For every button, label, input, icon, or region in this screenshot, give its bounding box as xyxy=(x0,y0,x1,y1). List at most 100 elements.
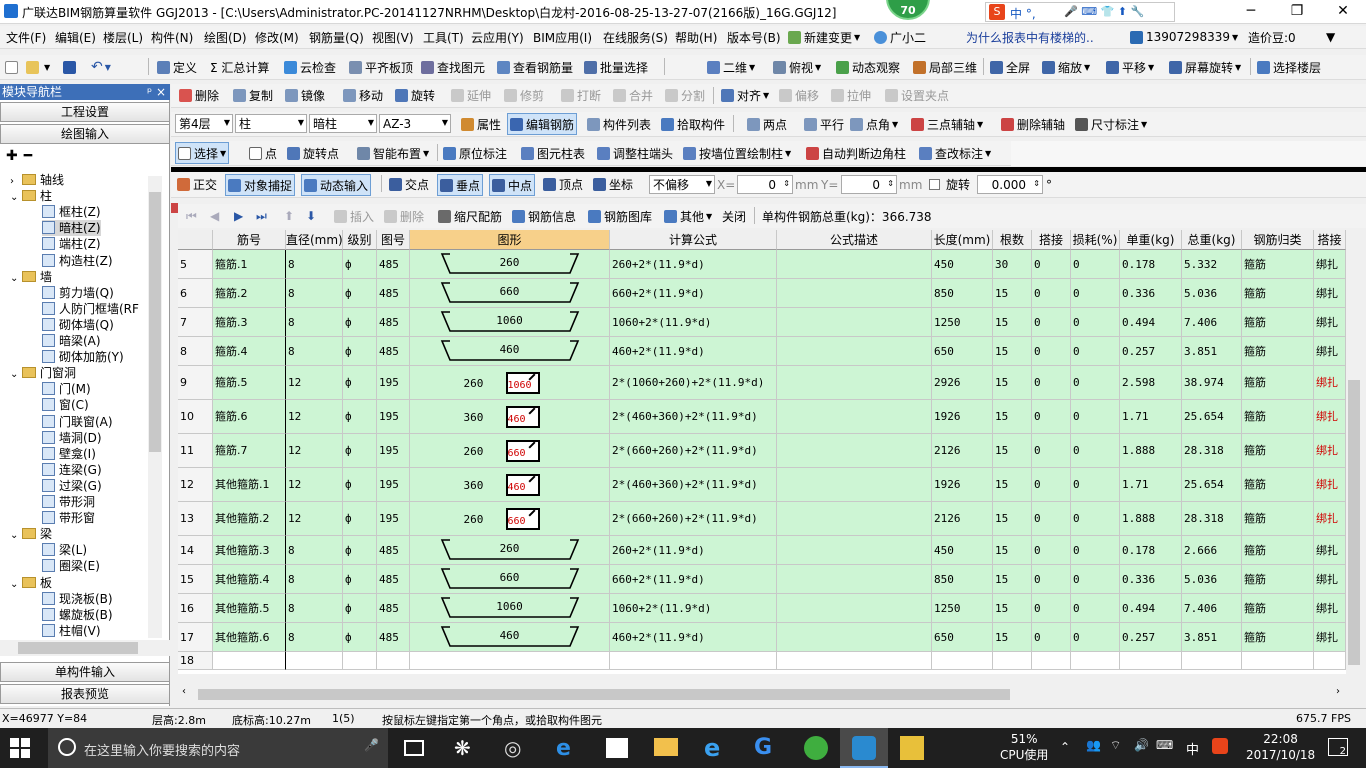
cell-diameter[interactable]: 8 xyxy=(286,337,343,366)
tree-item[interactable]: 现浇板(B) xyxy=(42,591,113,607)
cell-total-weight[interactable]: 28.318 xyxy=(1182,502,1242,536)
cell-figure-no[interactable]: 485 xyxy=(377,565,410,594)
cell-lap[interactable]: 0 xyxy=(1032,400,1071,434)
header-figure-no[interactable]: 图号 xyxy=(377,230,410,250)
cell-figure-no[interactable]: 485 xyxy=(377,279,410,308)
cell-count[interactable]: 15 xyxy=(993,565,1032,594)
volume-icon[interactable]: 🔊 xyxy=(1134,738,1149,752)
tree-scrollbar[interactable] xyxy=(148,176,162,638)
header-lap[interactable]: 搭接 xyxy=(1032,230,1071,250)
pick-component-button[interactable]: 拾取构件 xyxy=(661,112,725,136)
cell-formula[interactable]: 460+2*(11.9*d) xyxy=(610,623,777,652)
cell-length[interactable]: 650 xyxy=(932,337,993,366)
cell-lap-type[interactable]: 绑扎 xyxy=(1314,434,1346,468)
cell-figure-no[interactable]: 195 xyxy=(377,434,410,468)
cell-shape[interactable]: 260 xyxy=(410,250,610,279)
smart-layout-dropdown[interactable]: 智能布置 ▼ xyxy=(357,141,429,165)
cell-formula[interactable]: 2*(460+360)+2*(11.9*d) xyxy=(610,468,777,502)
cell-length[interactable]: 850 xyxy=(932,279,993,308)
cell-loss[interactable]: 0 xyxy=(1071,337,1120,366)
cell-diameter[interactable]: 8 xyxy=(286,623,343,652)
top-view-dropdown[interactable]: 俯视 ▼ xyxy=(773,55,821,79)
cell-bar-name[interactable]: 其他箍筋.5 xyxy=(213,594,286,623)
zoom-dropdown[interactable]: 缩放 ▼ xyxy=(1042,55,1090,79)
tree-folder[interactable]: ⌄ 墙 xyxy=(10,269,52,285)
cell-grade[interactable]: ф xyxy=(343,279,377,308)
cell-loss[interactable]: 0 xyxy=(1071,250,1120,279)
cell-formula[interactable]: 1060+2*(11.9*d) xyxy=(610,594,777,623)
cell-category[interactable]: 箍筋 xyxy=(1242,536,1314,565)
cell-count[interactable]: 15 xyxy=(993,279,1032,308)
cell-figure-no[interactable]: 195 xyxy=(377,400,410,434)
tree-item[interactable]: 壁龛(I) xyxy=(42,446,96,462)
two-points-button[interactable]: 两点 xyxy=(747,112,787,136)
first-row-icon[interactable]: ⏮ xyxy=(186,204,197,228)
cell-bar-name[interactable] xyxy=(213,652,286,670)
cell-length[interactable]: 450 xyxy=(932,250,993,279)
tree-item[interactable]: 暗柱(Z) xyxy=(42,220,101,237)
cell-row-index[interactable]: 6 xyxy=(178,279,213,308)
ime-mode[interactable]: 中 °, xyxy=(1010,5,1036,22)
find-element-button[interactable]: 查找图元 xyxy=(421,55,485,79)
cell-count[interactable]: 15 xyxy=(993,536,1032,565)
score-badge[interactable]: 70 xyxy=(886,0,930,20)
cell-category[interactable]: 箍筋 xyxy=(1242,250,1314,279)
menu-cloud[interactable]: 云应用(Y) xyxy=(471,26,524,48)
cell-lap-type[interactable]: 绑扎 xyxy=(1314,250,1346,279)
cell-lap-type[interactable]: 绑扎 xyxy=(1314,594,1346,623)
cell-grade[interactable]: ф xyxy=(343,308,377,337)
tree-hscroll[interactable] xyxy=(0,640,170,656)
expander-icon[interactable]: ⌄ xyxy=(10,528,22,544)
expander-icon[interactable]: ⌄ xyxy=(10,271,22,287)
cell-loss[interactable]: 0 xyxy=(1071,594,1120,623)
delete-row-button[interactable]: 删除 xyxy=(384,204,424,228)
tree-item[interactable]: 剪力墙(Q) xyxy=(42,285,114,301)
move-up-icon[interactable]: ⬆ xyxy=(284,204,294,228)
cell-length[interactable]: 1250 xyxy=(932,594,993,623)
cell-length[interactable]: 2126 xyxy=(932,502,993,536)
tree-item[interactable]: 框柱(Z) xyxy=(42,204,101,220)
cell-formula-desc[interactable] xyxy=(777,308,932,337)
cell-total-weight[interactable]: 28.318 xyxy=(1182,434,1242,468)
cell-bar-name[interactable]: 箍筋.7 xyxy=(213,434,286,468)
cell-lap-type[interactable]: 绑扎 xyxy=(1314,308,1346,337)
search-box[interactable]: 在这里输入你要搜索的内容 🎤 xyxy=(48,728,388,768)
cell-grade[interactable]: ф xyxy=(343,623,377,652)
cell-formula[interactable]: 660+2*(11.9*d) xyxy=(610,279,777,308)
dynamic-input-toggle[interactable]: 动态输入 xyxy=(301,174,372,196)
cell-category[interactable]: 箍筋 xyxy=(1242,279,1314,308)
cell-row-index[interactable]: 9 xyxy=(178,366,213,400)
cell-formula-desc[interactable] xyxy=(777,366,932,400)
tree-item[interactable]: 构造柱(Z) xyxy=(42,253,113,269)
tree-item[interactable]: 螺旋板(B) xyxy=(42,607,113,623)
summary-calc-button[interactable]: Σ 汇总计算 xyxy=(210,55,269,79)
cell-loss[interactable]: 0 xyxy=(1071,279,1120,308)
cell-total-weight[interactable]: 25.654 xyxy=(1182,468,1242,502)
cell-category[interactable]: 箍筋 xyxy=(1242,337,1314,366)
cell-bar-name[interactable]: 箍筋.6 xyxy=(213,400,286,434)
cell-shape[interactable]: 260 660 xyxy=(410,502,610,536)
pan-dropdown[interactable]: 平移 ▼ xyxy=(1106,55,1154,79)
header-shape[interactable]: 图形 xyxy=(410,230,610,250)
header-bar-name[interactable]: 筋号 xyxy=(213,230,286,250)
align-slab-top-button[interactable]: 平齐板顶 xyxy=(349,55,413,79)
cell-lap-type[interactable]: 绑扎 xyxy=(1314,623,1346,652)
menu-assistant[interactable]: 广小二 xyxy=(874,26,926,48)
cell-total-weight[interactable]: 7.406 xyxy=(1182,594,1242,623)
point-angle-dropdown[interactable]: 点角 ▼ xyxy=(850,112,898,136)
cell-lap-type[interactable]: 绑扎 xyxy=(1314,536,1346,565)
cell-row-index[interactable]: 17 xyxy=(178,623,213,652)
cell-row-index[interactable]: 7 xyxy=(178,308,213,337)
maximize-button[interactable]: ❐ xyxy=(1274,0,1320,24)
price-beans[interactable]: 造价豆:0 xyxy=(1248,26,1296,48)
tree-item[interactable]: 圈梁(E) xyxy=(42,558,100,574)
cell-formula[interactable]: 2*(1060+260)+2*(11.9*d) xyxy=(610,366,777,400)
local-3d-button[interactable]: 局部三维 xyxy=(913,55,977,79)
cell-category[interactable]: 箍筋 xyxy=(1242,468,1314,502)
coordinate-snap[interactable]: 坐标 xyxy=(593,172,633,197)
trim-button[interactable]: 修剪 xyxy=(504,84,544,107)
cell-count[interactable] xyxy=(993,652,1032,670)
delete-axis-button[interactable]: 删除辅轴 xyxy=(1001,112,1065,136)
cell-count[interactable]: 15 xyxy=(993,366,1032,400)
glodon-active-icon[interactable] xyxy=(840,728,888,768)
